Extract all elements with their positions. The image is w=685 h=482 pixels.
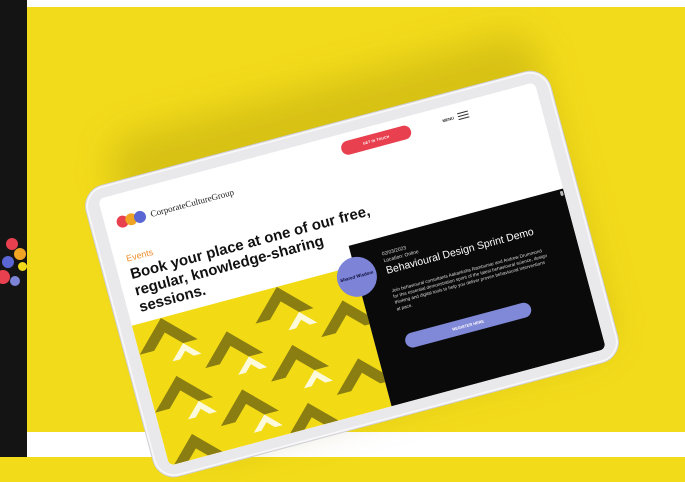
decor-dot bbox=[0, 270, 10, 284]
decor-dot bbox=[18, 262, 27, 271]
decor-dot bbox=[2, 256, 14, 268]
menu-button[interactable]: MENU bbox=[441, 110, 470, 125]
brand-logo[interactable]: CorporateCultureGroup bbox=[115, 186, 235, 229]
get-in-touch-button[interactable]: GET IN TOUCH bbox=[339, 124, 413, 157]
menu-label: MENU bbox=[441, 115, 455, 124]
top-border bbox=[27, 0, 685, 7]
decor-dot bbox=[14, 248, 26, 260]
register-here-button[interactable]: REGISTER HERE bbox=[403, 301, 533, 350]
bottom-border bbox=[27, 432, 685, 457]
brand-name: CorporateCultureGroup bbox=[149, 186, 235, 219]
decor-dot bbox=[10, 276, 20, 286]
left-dark-strip bbox=[0, 0, 27, 457]
hamburger-menu-icon bbox=[456, 110, 470, 121]
